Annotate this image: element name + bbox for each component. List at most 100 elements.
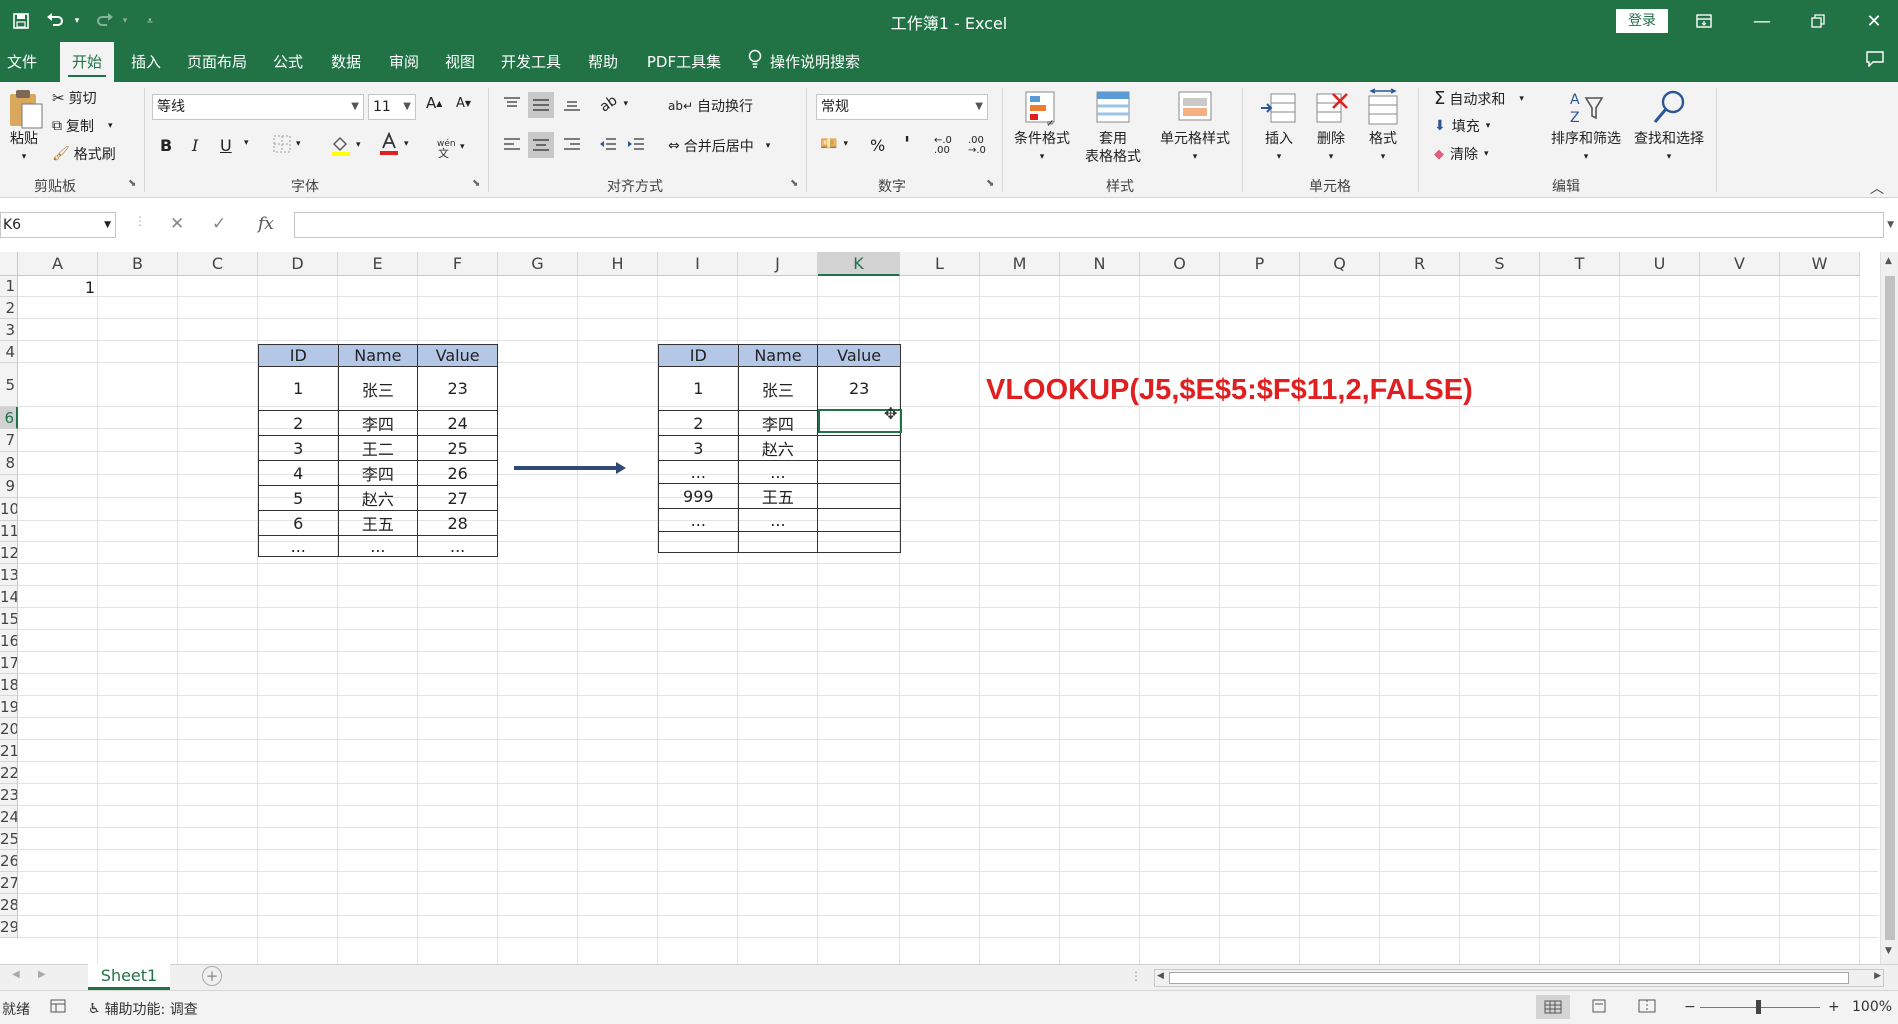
align-left-button[interactable] (502, 136, 522, 152)
column-header-r[interactable]: R (1380, 252, 1460, 276)
row-header-4[interactable]: 4 (0, 341, 18, 363)
align-top-button[interactable] (502, 96, 522, 112)
sheet-tab-sheet1[interactable]: Sheet1 (88, 964, 170, 990)
shrink-font-button[interactable]: A ▼ (456, 96, 471, 111)
table-cell[interactable]: 李四 (337, 460, 419, 486)
row-header-21[interactable]: 21 (0, 740, 18, 762)
table-cell[interactable]: 24 (417, 410, 498, 436)
table-cell[interactable] (817, 460, 901, 484)
table-cell[interactable]: 王五 (337, 510, 419, 536)
grow-font-button[interactable]: A ▲ (426, 94, 442, 112)
format-as-table-button[interactable]: 套用 表格格式 (1076, 88, 1150, 166)
tab-home[interactable]: 开始 (60, 42, 114, 82)
zoom-level[interactable]: 100% (1852, 999, 1892, 1015)
row-header-16[interactable]: 16 (0, 630, 18, 652)
column-header-t[interactable]: T (1540, 252, 1620, 276)
row-header-17[interactable]: 17 (0, 652, 18, 674)
row-header-27[interactable]: 27 (0, 872, 18, 894)
tab-insert[interactable]: 插入 (120, 42, 172, 82)
arrow-shape[interactable] (512, 460, 628, 476)
number-format-select[interactable]: 常规 ▼ (816, 94, 988, 120)
tab-file[interactable]: 文件 (0, 42, 44, 82)
macro-record-icon[interactable] (50, 999, 66, 1017)
merge-center-button[interactable]: ⇔ 合并后居中 ▾ (668, 136, 770, 156)
column-header-n[interactable]: N (1060, 252, 1140, 276)
decrease-indent-button[interactable] (598, 136, 618, 152)
column-header-f[interactable]: F (418, 252, 498, 276)
italic-button[interactable]: I (192, 136, 198, 155)
clear-button[interactable]: ◆ 清除 ▾ (1434, 144, 1489, 164)
table-cell[interactable]: 27 (417, 485, 498, 511)
table-cell[interactable]: 王二 (337, 435, 419, 461)
tab-formulas[interactable]: 公式 (262, 42, 314, 82)
row-header-26[interactable]: 26 (0, 850, 18, 872)
fill-button[interactable]: ⬇ 填充 ▾ (1434, 116, 1490, 136)
row-header-9[interactable]: 9 (0, 475, 18, 498)
table-cell[interactable]: 赵六 (737, 435, 819, 461)
table-cell[interactable]: ... (658, 508, 739, 532)
table-cell[interactable]: 3 (658, 435, 739, 461)
sort-filter-button[interactable]: AZ 排序和筛选 ▾ (1546, 88, 1626, 166)
font-color-button[interactable]: ▾ (378, 132, 409, 156)
row-header-8[interactable]: 8 (0, 452, 18, 475)
formula-annotation[interactable]: VLOOKUP(J5,$E$5:$F$11,2,FALSE) (986, 374, 1473, 407)
column-header-d[interactable]: D (258, 252, 338, 276)
scroll-down-icon[interactable]: ▼ (1885, 946, 1892, 956)
row-header-5[interactable]: 5 (0, 363, 18, 407)
bold-button[interactable]: B (160, 136, 172, 155)
row-header-25[interactable]: 25 (0, 828, 18, 850)
column-header-j[interactable]: J (738, 252, 818, 276)
page-break-view-icon[interactable] (1638, 999, 1656, 1017)
vertical-scroll-thumb[interactable] (1885, 276, 1895, 940)
add-sheet-icon[interactable]: + (202, 966, 222, 986)
align-bottom-button[interactable] (562, 96, 582, 112)
format-cells-button[interactable]: 格式 ▾ (1360, 88, 1406, 166)
table-cell[interactable] (817, 531, 901, 553)
table-cell[interactable]: 李四 (737, 410, 819, 436)
zoom-out-button[interactable]: − (1684, 999, 1696, 1015)
table-cell[interactable]: 1 (658, 366, 739, 411)
more-options-icon[interactable]: ⋮ (134, 214, 146, 228)
font-name-select[interactable]: 等线 ▼ (152, 94, 364, 120)
table-cell[interactable]: 23 (417, 366, 498, 411)
row-header-12[interactable]: 12 (0, 542, 18, 564)
table-cell[interactable]: 1 (258, 366, 339, 411)
conditional-format-button[interactable]: ≠ 条件格式 ▾ (1008, 88, 1076, 166)
scroll-left-icon[interactable]: ◀ (1157, 971, 1164, 981)
row-header-10[interactable]: 10 (0, 498, 18, 521)
percent-button[interactable]: % (870, 136, 885, 155)
column-header-c[interactable]: C (178, 252, 258, 276)
accessibility-status[interactable]: ♿ 辅助功能: 调查 (88, 999, 198, 1019)
row-header-13[interactable]: 13 (0, 564, 18, 586)
row-header-29[interactable]: 29 (0, 916, 18, 938)
scroll-right-icon[interactable]: ▶ (1874, 971, 1881, 981)
worksheet-grid[interactable]: ABCDEFGHIJKLMNOPQRSTUVW 1 2 3 4 5 6 7 8 9 10 11 12 1… (0, 252, 1898, 964)
column-header-e[interactable]: E (338, 252, 418, 276)
align-right-button[interactable] (562, 136, 582, 152)
column-header-k[interactable]: K (818, 252, 900, 276)
table-cell[interactable]: 2 (258, 410, 339, 436)
column-header-p[interactable]: P (1220, 252, 1300, 276)
table-cell[interactable]: 25 (417, 435, 498, 461)
collapse-ribbon-icon[interactable]: ︿ (1870, 178, 1884, 198)
delete-cells-button[interactable]: 删除 ▾ (1308, 88, 1354, 166)
column-header-h[interactable]: H (578, 252, 658, 276)
select-all-corner[interactable] (0, 252, 18, 276)
row-header-23[interactable]: 23 (0, 784, 18, 806)
table-cell[interactable]: 李四 (337, 410, 419, 436)
table-cell[interactable]: 张三 (737, 366, 819, 411)
row-header-28[interactable]: 28 (0, 894, 18, 916)
table-cell[interactable]: ... (417, 535, 498, 557)
lookup-header-value[interactable]: Value (817, 344, 901, 367)
table-cell[interactable] (817, 483, 901, 509)
column-header-w[interactable]: W (1780, 252, 1860, 276)
table-cell[interactable]: 王五 (737, 483, 819, 509)
table-cell[interactable]: 赵六 (337, 485, 419, 511)
lookup-header-name[interactable]: Name (737, 344, 819, 367)
restore-button[interactable] (1790, 0, 1846, 42)
row-header-20[interactable]: 20 (0, 718, 18, 740)
normal-view-button[interactable] (1536, 995, 1570, 1019)
table-cell[interactable]: ... (658, 460, 739, 484)
align-middle-button[interactable] (528, 92, 554, 118)
column-header-s[interactable]: S (1460, 252, 1540, 276)
